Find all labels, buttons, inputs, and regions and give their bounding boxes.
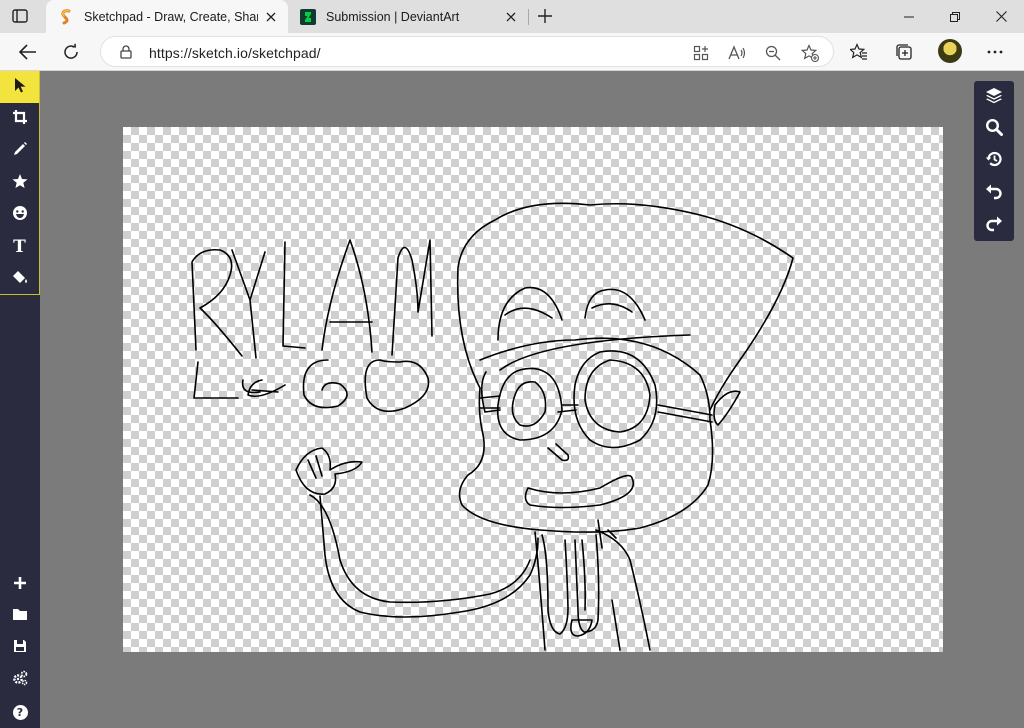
restore-icon[interactable] bbox=[932, 0, 978, 33]
pointer-icon bbox=[13, 77, 27, 98]
sketch-body bbox=[534, 519, 651, 651]
emoji-tool-button[interactable] bbox=[0, 199, 39, 231]
help-icon: ? bbox=[12, 704, 28, 720]
brush-tool-button[interactable] bbox=[0, 135, 39, 167]
sketch-arm bbox=[295, 447, 539, 618]
redo-icon bbox=[985, 214, 1003, 237]
back-icon[interactable] bbox=[12, 36, 44, 68]
gears-icon bbox=[12, 670, 28, 691]
open-file-button[interactable] bbox=[0, 601, 40, 631]
minimize-icon[interactable] bbox=[886, 0, 932, 33]
help-glyph: ? bbox=[16, 705, 24, 719]
drawing-canvas[interactable] bbox=[123, 127, 943, 652]
read-aloud-icon[interactable] bbox=[724, 40, 750, 66]
sketch-lettering-lego bbox=[193, 359, 430, 413]
save-file-button[interactable] bbox=[0, 633, 40, 663]
text-icon: T bbox=[13, 237, 26, 257]
redo-button[interactable] bbox=[974, 209, 1014, 241]
fill-tool-button[interactable] bbox=[0, 263, 39, 295]
url-text[interactable]: https://sketch.io/sketchpad/ bbox=[149, 45, 321, 61]
undo-icon bbox=[985, 182, 1003, 205]
tab-close-icon[interactable] bbox=[498, 4, 524, 30]
new-file-button[interactable] bbox=[0, 570, 40, 600]
crop-icon bbox=[12, 109, 28, 130]
deviantart-favicon-icon bbox=[300, 8, 316, 25]
tab-title: Submission | DeviantArt bbox=[326, 9, 460, 24]
sketch-glasses bbox=[479, 350, 713, 462]
tab-title: Sketchpad - Draw, Create, Share! bbox=[84, 9, 258, 24]
star-icon bbox=[12, 173, 28, 194]
layers-icon bbox=[985, 86, 1003, 109]
undo-button[interactable] bbox=[974, 177, 1014, 209]
tab-close-icon[interactable] bbox=[258, 4, 284, 30]
right-toolbar bbox=[974, 81, 1014, 241]
close-window-icon[interactable] bbox=[978, 0, 1024, 33]
text-tool-button[interactable]: T bbox=[0, 231, 39, 263]
profile-avatar[interactable] bbox=[938, 39, 962, 63]
favorites-icon[interactable] bbox=[843, 36, 875, 68]
add-favorite-icon[interactable] bbox=[797, 40, 823, 66]
tool-group: T bbox=[0, 71, 40, 295]
plus-icon bbox=[13, 576, 27, 595]
tab-strip: Sketchpad - Draw, Create, Share! Submiss… bbox=[0, 0, 1024, 33]
sketchpad-favicon-icon bbox=[58, 8, 74, 25]
layers-button[interactable] bbox=[974, 81, 1014, 113]
history-button[interactable] bbox=[974, 145, 1014, 177]
crop-tool-button[interactable] bbox=[0, 103, 39, 135]
help-button[interactable]: ? bbox=[0, 697, 40, 727]
app-available-icon[interactable] bbox=[688, 40, 714, 66]
more-options-icon[interactable] bbox=[979, 36, 1011, 68]
select-tool-button[interactable] bbox=[0, 71, 39, 103]
collections-icon[interactable] bbox=[888, 36, 920, 68]
sketch-lettering-rylan bbox=[191, 239, 433, 359]
new-tab-icon[interactable] bbox=[533, 4, 557, 28]
tab-deviantart[interactable]: Submission | DeviantArt bbox=[288, 0, 528, 33]
refresh-icon[interactable] bbox=[55, 36, 87, 68]
sketch-head bbox=[456, 202, 794, 533]
browser-toolbar: https://sketch.io/sketchpad/ bbox=[0, 33, 1024, 71]
paint-bucket-icon bbox=[12, 269, 28, 290]
emoji-icon bbox=[12, 205, 28, 226]
magnifier-icon bbox=[985, 118, 1003, 141]
tab-separator bbox=[528, 9, 529, 25]
sketch-drawing bbox=[191, 202, 794, 651]
tab-actions-icon[interactable] bbox=[11, 7, 29, 25]
zoom-button[interactable] bbox=[974, 113, 1014, 145]
folder-icon bbox=[12, 607, 28, 626]
save-icon bbox=[13, 639, 27, 658]
tab-sketchpad[interactable]: Sketchpad - Draw, Create, Share! bbox=[46, 0, 288, 33]
history-icon bbox=[985, 150, 1003, 173]
pencil-icon bbox=[12, 141, 28, 162]
address-bar[interactable]: https://sketch.io/sketchpad/ bbox=[100, 36, 834, 67]
sketch-mouth bbox=[524, 474, 635, 509]
stamp-tool-button[interactable] bbox=[0, 167, 39, 199]
settings-button[interactable] bbox=[0, 665, 40, 695]
zoom-out-icon[interactable] bbox=[760, 40, 786, 66]
lock-icon[interactable] bbox=[118, 44, 134, 60]
